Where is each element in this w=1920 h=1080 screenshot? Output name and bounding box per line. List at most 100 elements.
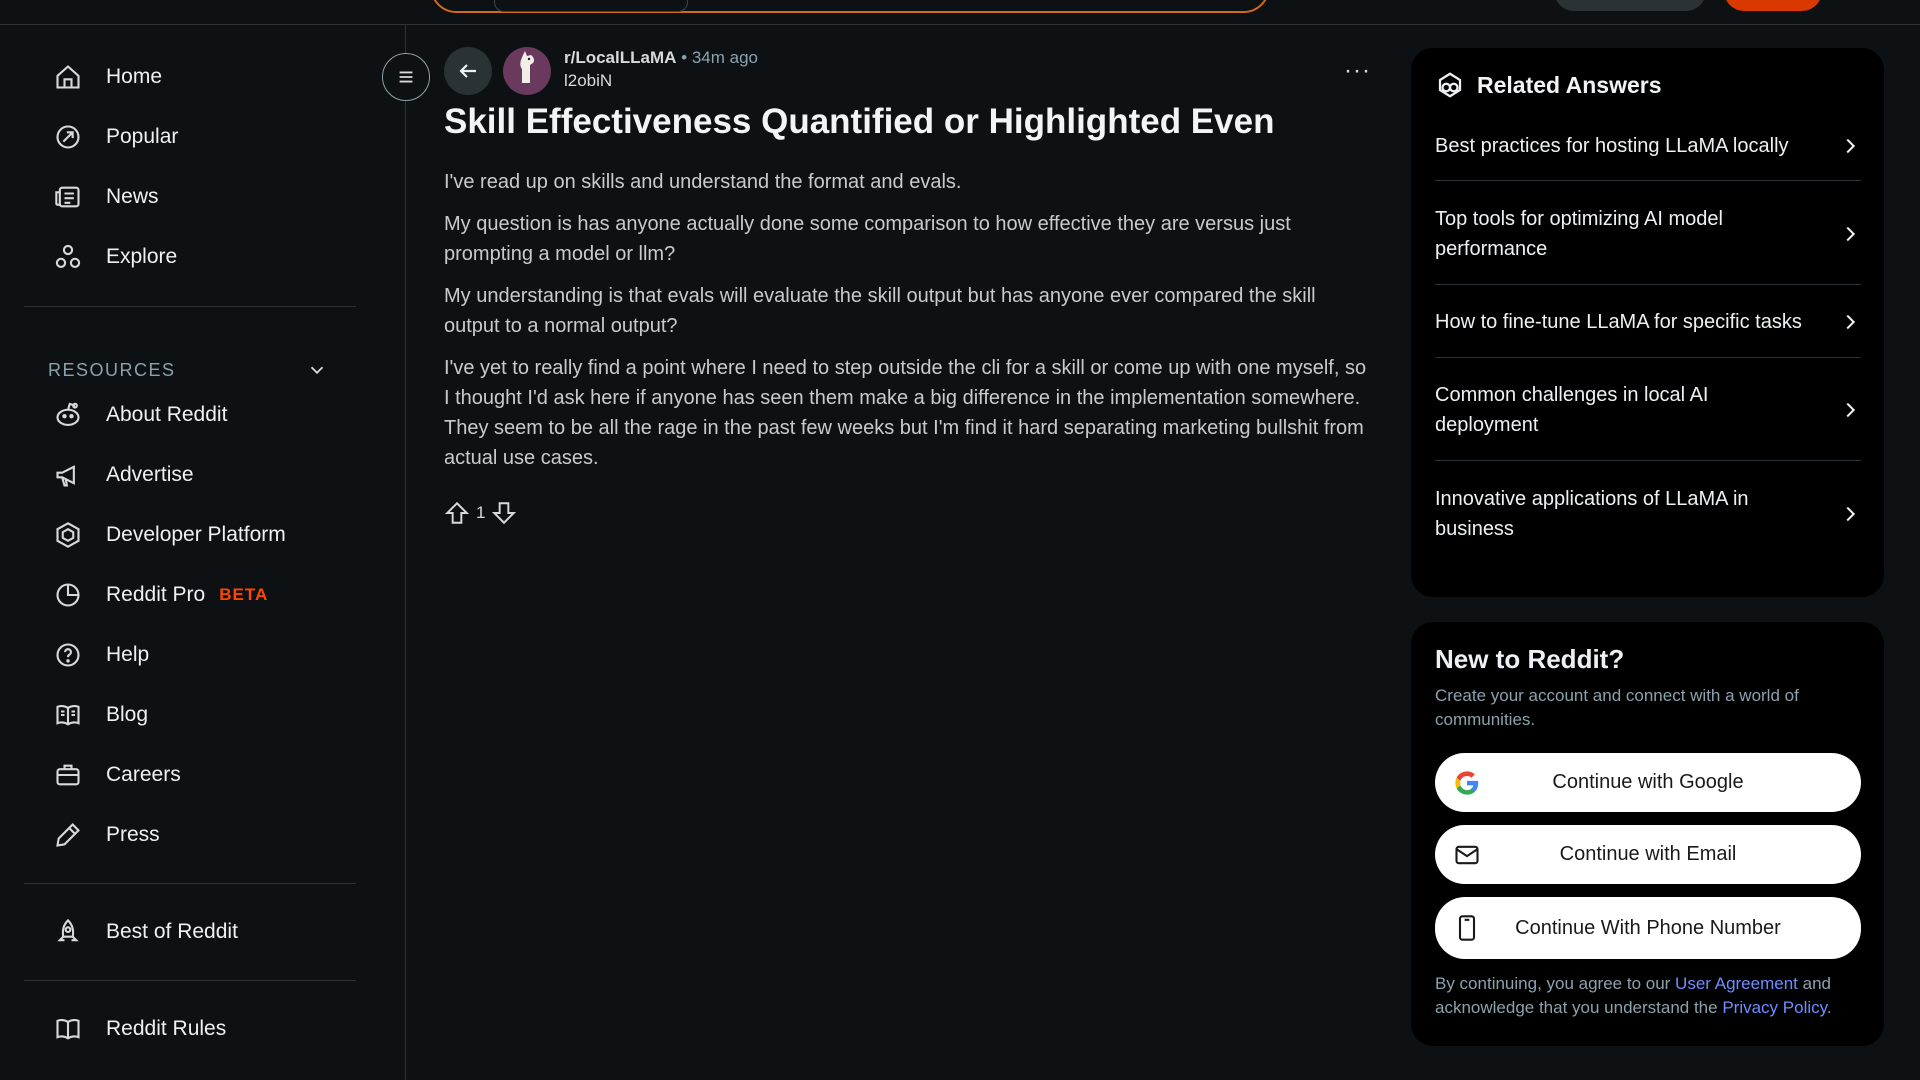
sidebar-item-about-reddit[interactable]: About Reddit xyxy=(54,395,227,435)
sidebar-item-label: Reddit Rules xyxy=(106,1017,227,1040)
home-icon xyxy=(56,65,80,89)
sidebar-item-advertise[interactable]: Advertise xyxy=(54,455,194,495)
related-item-label: Top tools for optimizing AI model perfor… xyxy=(1435,208,1723,260)
resources-toggle[interactable]: RESOURCES xyxy=(48,355,328,385)
arrow-left-icon xyxy=(459,64,476,78)
related-item[interactable]: Common challenges in local AI deployment xyxy=(1435,380,1861,440)
sidebar-item-label: Home xyxy=(106,65,163,88)
popular-icon xyxy=(56,125,80,149)
sidebar-item-home[interactable]: Home xyxy=(54,57,162,97)
pen-icon xyxy=(56,823,80,847)
downvote-icon[interactable] xyxy=(491,500,517,526)
chevron-down-icon xyxy=(310,366,324,375)
chevron-right-icon xyxy=(1846,226,1856,242)
related-item-label: How to fine-tune LLaMA for specific task… xyxy=(1435,311,1802,333)
login-button[interactable] xyxy=(1724,0,1822,11)
privacy-policy-link[interactable]: Privacy Policy xyxy=(1722,998,1827,1017)
sidebar-item-developer-platform[interactable]: Developer Platform xyxy=(54,515,286,555)
menu-icon xyxy=(399,71,413,83)
answers-icon xyxy=(1438,72,1462,98)
upvote-icon[interactable] xyxy=(444,500,470,526)
sidebar-item-label: Developer Platform xyxy=(106,523,286,546)
legal-text-part: . xyxy=(1826,998,1832,1017)
related-item[interactable]: Top tools for optimizing AI model perfor… xyxy=(1435,204,1861,264)
sidebar-item-label: Explore xyxy=(106,245,178,268)
sidebar-item-label: Advertise xyxy=(106,463,194,486)
post-author[interactable]: l2obiN xyxy=(564,71,612,91)
back-button[interactable] xyxy=(444,47,492,95)
search-chip[interactable] xyxy=(494,0,688,12)
related-item-label: Best practices for hosting LLaMA locally xyxy=(1435,135,1789,157)
sidebar-item-careers[interactable]: Careers xyxy=(54,755,181,795)
sidebar-item-label: Help xyxy=(106,643,150,666)
help-icon xyxy=(56,643,80,667)
post-time: • 34m ago xyxy=(681,48,758,67)
legal-text: By continuing, you agree to our User Agr… xyxy=(1435,972,1865,1020)
sidebar-item-news[interactable]: News xyxy=(54,177,159,217)
post-paragraph: My question is has anyone actually done … xyxy=(444,213,1291,265)
chevron-right-icon xyxy=(1846,138,1856,154)
divider xyxy=(1435,180,1861,181)
post-meta: r/LocalLLaMA • 34m ago xyxy=(564,48,758,68)
sidebar-item-help[interactable]: Help xyxy=(54,635,149,675)
sidebar-item-popular[interactable]: Popular xyxy=(54,117,178,157)
divider xyxy=(1435,460,1861,461)
related-item[interactable]: How to fine-tune LLaMA for specific task… xyxy=(1435,307,1861,337)
subreddit-name[interactable]: r/LocalLLaMA xyxy=(564,48,676,67)
signup-card: New to Reddit? Create your account and c… xyxy=(1411,622,1884,1046)
post-paragraph: I've yet to really find a point where I … xyxy=(444,357,1367,469)
left-sidebar: Home Popular News Explore RESOURCES Abou… xyxy=(0,25,406,1080)
sidebar-item-label: Blog xyxy=(106,703,149,726)
email-button-label: Continue with Email xyxy=(1559,843,1737,865)
sidebar-item-reddit-pro[interactable]: Reddit Pro BETA xyxy=(54,575,268,615)
post-paragraph: My understanding is that evals will eval… xyxy=(444,285,1316,337)
sidebar-item-label: Careers xyxy=(106,763,181,786)
continue-with-email-button[interactable]: Continue with Email xyxy=(1435,825,1861,884)
rules-icon xyxy=(56,1019,80,1040)
phone-button-label: Continue With Phone Number xyxy=(1515,916,1781,939)
related-item[interactable]: Innovative applications of LLaMA in busi… xyxy=(1435,484,1861,544)
sidebar-item-explore[interactable]: Explore xyxy=(54,237,177,277)
post-paragraph: I've read up on skills and understand th… xyxy=(444,171,962,193)
subreddit-avatar[interactable] xyxy=(503,47,551,95)
sidebar-item-reddit-rules[interactable]: Reddit Rules xyxy=(54,1009,226,1049)
resources-label: RESOURCES xyxy=(48,359,176,380)
divider xyxy=(24,883,356,884)
signup-title: New to Reddit? xyxy=(1435,644,1625,674)
related-item[interactable]: Best practices for hosting LLaMA locally xyxy=(1435,131,1861,161)
divider xyxy=(24,306,356,307)
sidebar-item-label: News xyxy=(106,185,159,208)
chevron-right-icon xyxy=(1846,402,1856,418)
developer-icon xyxy=(56,522,80,548)
post-body: I've read up on skills and understand th… xyxy=(444,167,1374,485)
sidebar-collapse-button[interactable] xyxy=(382,53,430,101)
divider xyxy=(1435,284,1861,285)
related-answers-card: Related Answers Best practices for hosti… xyxy=(1411,48,1884,597)
explore-icon xyxy=(55,244,81,268)
search-bar[interactable] xyxy=(430,0,1270,13)
get-app-button[interactable] xyxy=(1554,0,1706,11)
legal-text-part: By continuing, you agree to our xyxy=(1435,974,1676,993)
top-bar xyxy=(0,0,1920,25)
related-item-label: Common challenges in local AI deployment xyxy=(1435,384,1709,436)
sidebar-item-press[interactable]: Press xyxy=(54,815,160,855)
chevron-right-icon xyxy=(1846,314,1856,330)
sidebar-item-label: Press xyxy=(106,823,160,846)
more-options-button[interactable]: ··· xyxy=(1344,57,1371,85)
google-button-label: Continue with Google xyxy=(1552,771,1744,793)
sidebar-item-blog[interactable]: Blog xyxy=(54,695,148,735)
llama-icon xyxy=(520,51,535,83)
chevron-right-icon xyxy=(1846,506,1856,522)
blog-icon xyxy=(56,705,80,726)
related-item-label: Innovative applications of LLaMA in busi… xyxy=(1435,488,1749,540)
divider xyxy=(1435,357,1861,358)
continue-with-phone-button[interactable]: Continue With Phone Number xyxy=(1435,897,1861,959)
user-agreement-link[interactable]: User Agreement xyxy=(1675,974,1798,993)
sidebar-item-label: Reddit Pro xyxy=(106,583,206,606)
sidebar-item-best-of-reddit[interactable]: Best of Reddit xyxy=(54,912,238,952)
sidebar-item-label: Best of Reddit xyxy=(106,920,238,943)
google-icon xyxy=(1455,771,1479,795)
continue-with-google-button[interactable]: Continue with Google xyxy=(1435,753,1861,812)
vote-count: 1 xyxy=(476,503,486,522)
pro-icon xyxy=(56,583,80,607)
